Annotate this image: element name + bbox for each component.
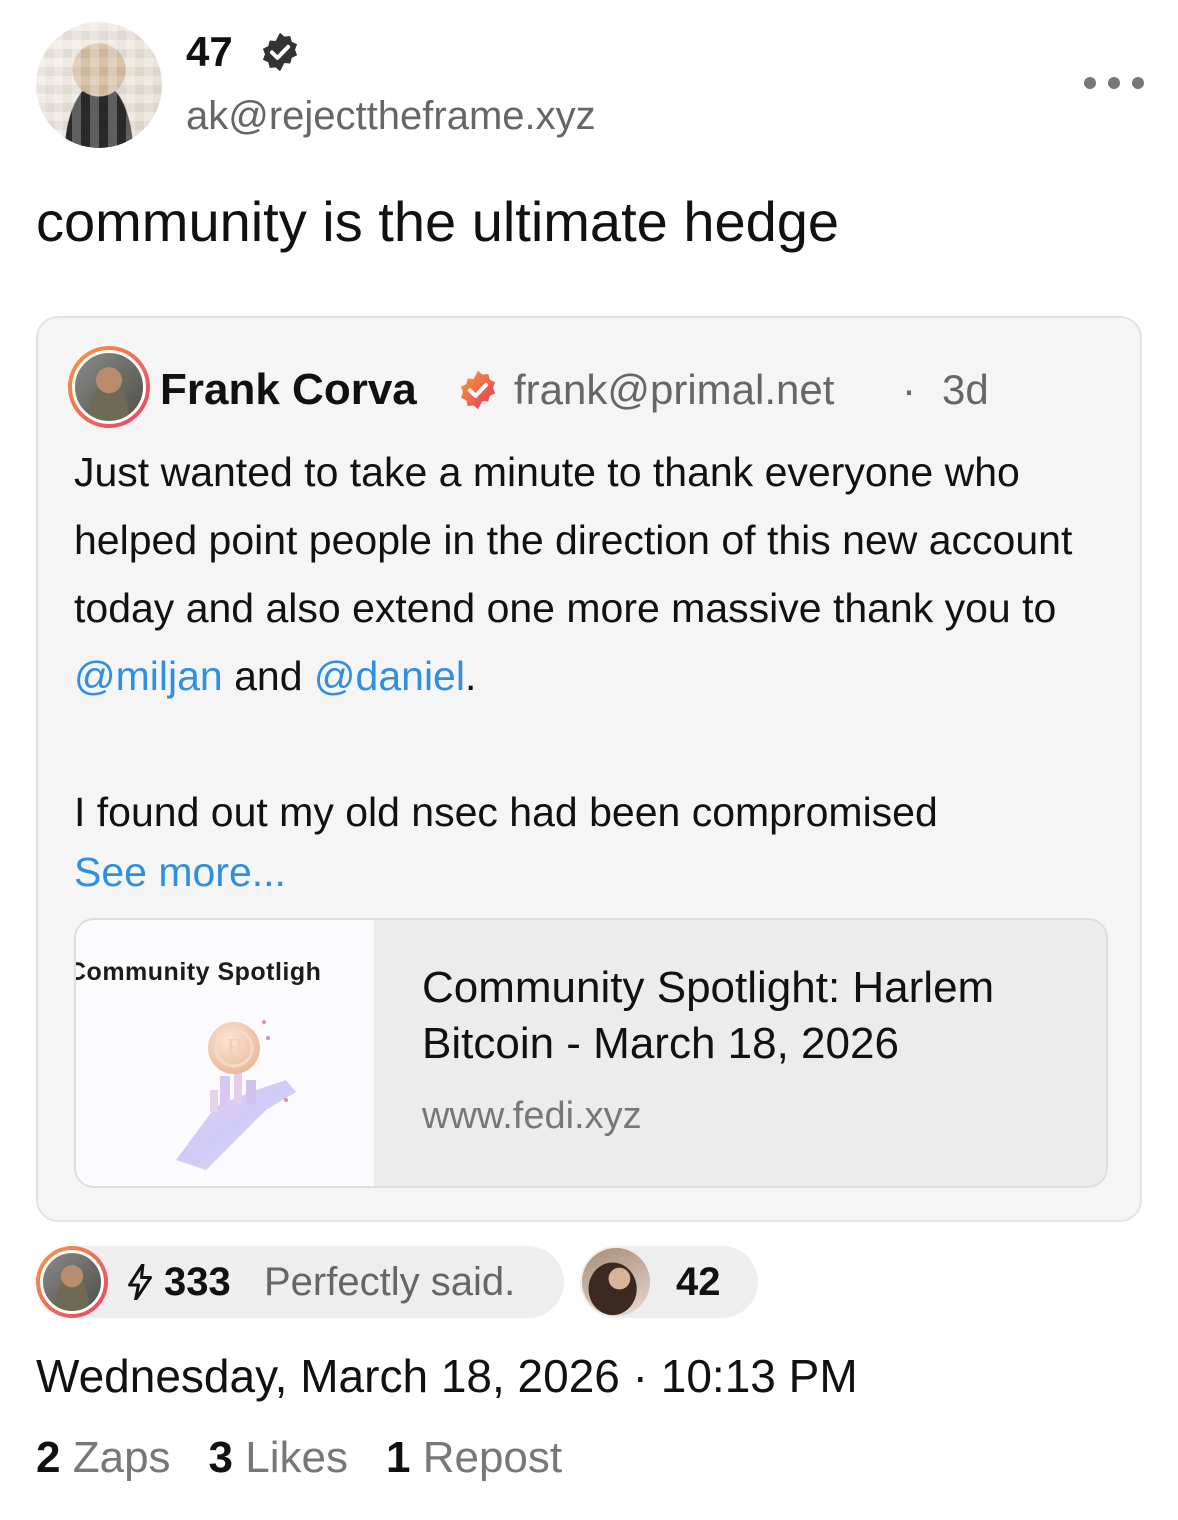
author-name[interactable]: 47 <box>186 28 233 76</box>
liker-avatar <box>582 1248 650 1316</box>
top-zap-pill[interactable]: 333 Perfectly said. <box>36 1246 564 1318</box>
likes-count: 3 <box>208 1433 234 1482</box>
verified-badge-icon <box>262 32 298 72</box>
quoted-body-text: Just wanted to take a minute to thank ev… <box>74 449 1073 631</box>
engagement-stats: 2 Zaps 3 Likes 1 Repost <box>36 1430 562 1486</box>
likes-pill[interactable]: 42 <box>580 1246 758 1318</box>
quoted-author-name[interactable]: Frank Corva <box>160 364 417 416</box>
quoted-author-avatar[interactable] <box>68 346 150 428</box>
reposts-count: 1 <box>385 1433 411 1482</box>
mention-miljan[interactable]: @miljan <box>74 653 223 699</box>
zaps-count: 2 <box>36 1433 61 1482</box>
period: . <box>464 653 477 699</box>
zap-amount: 333 <box>164 1260 231 1304</box>
link-preview-card[interactable]: Community Spotligh B Community Spotlight… <box>74 918 1108 1188</box>
zaps-label: Zaps <box>72 1433 171 1482</box>
see-more-link[interactable]: See more... <box>74 842 286 902</box>
thumbnail-text: Community Spotligh <box>76 958 322 986</box>
link-preview-title: Community Spotlight: Harlem Bitcoin - Ma… <box>422 963 995 1068</box>
zap-comment: Perfectly said. <box>264 1260 516 1304</box>
reposts-label: Repost <box>422 1433 563 1482</box>
likes-stat[interactable]: 3 Likes <box>209 1430 348 1486</box>
quoted-author-handle[interactable]: frank@primal.net <box>514 364 834 416</box>
quoted-body: Just wanted to take a minute to thank ev… <box>74 438 1114 846</box>
verified-badge-icon <box>460 370 496 410</box>
more-options-icon[interactable] <box>1084 68 1144 98</box>
author-avatar[interactable] <box>36 22 162 148</box>
and-text: and <box>222 653 314 699</box>
post-text: community is the ultimate hedge <box>36 190 840 253</box>
author-handle[interactable]: ak@rejecttheframe.xyz <box>186 92 596 140</box>
svg-text:B: B <box>226 1035 244 1063</box>
lightning-bolt-icon <box>128 1264 152 1300</box>
link-preview-thumbnail: Community Spotligh B <box>76 920 374 1186</box>
link-preview-url: www.fedi.xyz <box>422 1095 642 1137</box>
reposts-stat[interactable]: 1 Repost <box>386 1430 562 1486</box>
quoted-time-ago: 3d <box>942 366 989 413</box>
bitcoin-map-illustration: B <box>176 1020 296 1170</box>
quoted-body-text-2: I found out my old nsec had been comprom… <box>74 789 938 835</box>
separator-dot: · <box>902 366 916 413</box>
zapper-avatar <box>36 1246 108 1318</box>
mention-daniel[interactable]: @daniel <box>314 653 465 699</box>
post-timestamp: Wednesday, March 18, 2026 · 10:13 PM <box>36 1350 858 1402</box>
likes-pill-count: 42 <box>676 1260 721 1304</box>
likes-label: Likes <box>245 1433 348 1482</box>
quoted-note-card[interactable]: Frank Corva frank@primal.net · 3d Just w… <box>36 316 1142 1222</box>
zaps-stat[interactable]: 2 Zaps <box>36 1430 171 1486</box>
